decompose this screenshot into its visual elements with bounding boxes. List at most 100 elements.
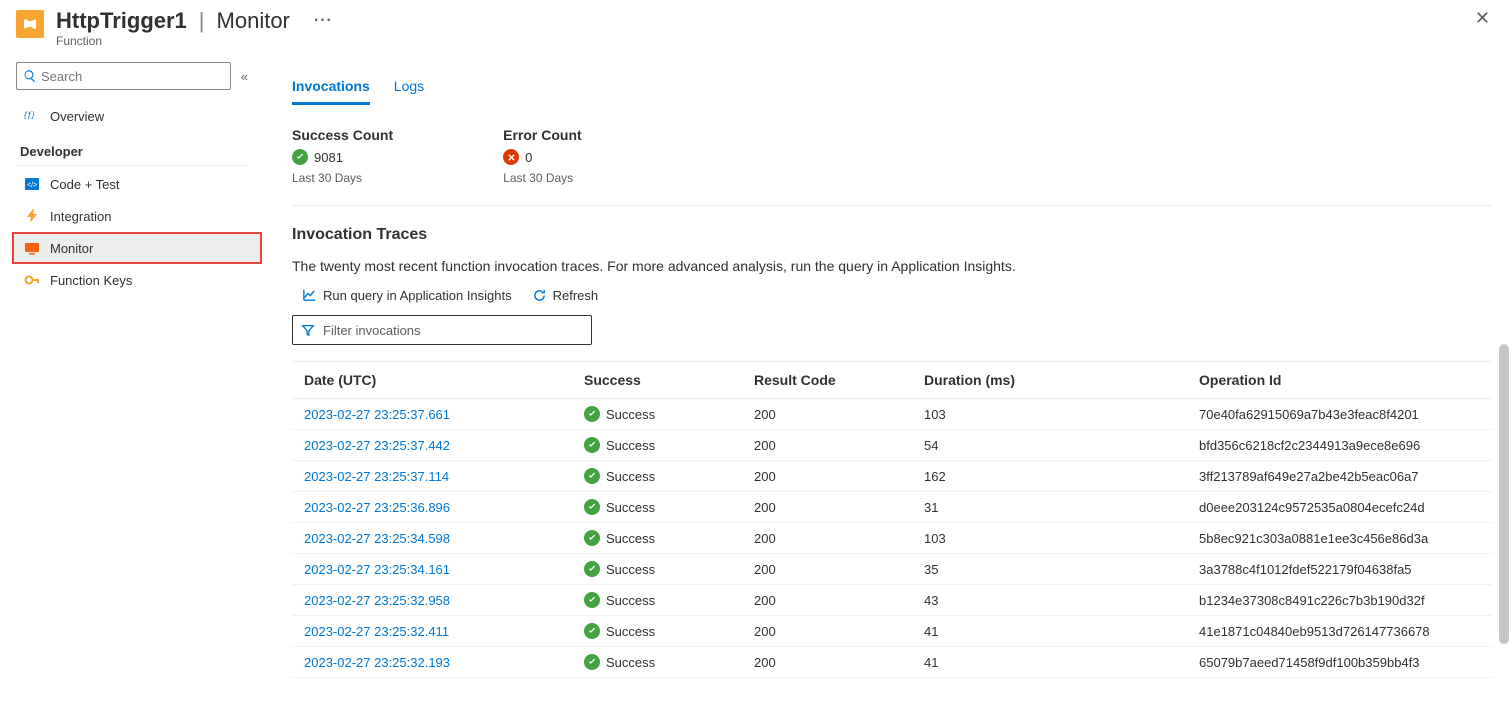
cell-result: 200 xyxy=(742,585,912,616)
cell-success: Success xyxy=(572,430,742,461)
search-icon xyxy=(23,69,37,83)
table-row: 2023-02-27 23:25:34.161Success200353a378… xyxy=(292,554,1492,585)
cell-operation: 41e1871c04840eb9513d726147736678 xyxy=(1187,616,1492,647)
success-count-value: 9081 xyxy=(314,150,343,165)
cell-result: 200 xyxy=(742,523,912,554)
error-count-block: Error Count 0 Last 30 Days xyxy=(503,127,582,185)
sidebar-item-monitor[interactable]: Monitor xyxy=(12,232,262,264)
run-query-button[interactable]: Run query in Application Insights xyxy=(302,288,512,303)
sidebar-label: Overview xyxy=(50,109,104,124)
table-row: 2023-02-27 23:25:37.114Success2001623ff2… xyxy=(292,461,1492,492)
cell-duration: 103 xyxy=(912,399,1187,430)
cell-success: Success xyxy=(572,585,742,616)
cell-duration: 35 xyxy=(912,554,1187,585)
refresh-button[interactable]: Refresh xyxy=(532,288,599,303)
close-button[interactable]: ✕ xyxy=(1469,8,1496,29)
cell-operation: bfd356c6218cf2c2344913a9ece8e696 xyxy=(1187,430,1492,461)
filter-icon xyxy=(301,323,315,337)
cell-duration: 54 xyxy=(912,430,1187,461)
page-subtitle: Function xyxy=(56,34,1469,48)
success-icon xyxy=(584,654,600,670)
th-operation[interactable]: Operation Id xyxy=(1187,362,1492,399)
sidebar: « {ƒ} Overview Developer </> Code + Test… xyxy=(0,54,262,721)
success-badge-icon xyxy=(292,149,308,165)
sidebar-label: Function Keys xyxy=(50,273,132,288)
th-duration[interactable]: Duration (ms) xyxy=(912,362,1187,399)
success-count-label: Success Count xyxy=(292,127,393,143)
cell-duration: 41 xyxy=(912,647,1187,678)
cell-result: 200 xyxy=(742,430,912,461)
cell-date[interactable]: 2023-02-27 23:25:34.161 xyxy=(292,554,572,585)
cell-date[interactable]: 2023-02-27 23:25:37.661 xyxy=(292,399,572,430)
cell-duration: 162 xyxy=(912,461,1187,492)
cell-result: 200 xyxy=(742,616,912,647)
cell-date[interactable]: 2023-02-27 23:25:37.442 xyxy=(292,430,572,461)
error-badge-icon xyxy=(503,149,519,165)
cell-date[interactable]: 2023-02-27 23:25:34.598 xyxy=(292,523,572,554)
sidebar-label: Integration xyxy=(50,209,111,224)
cell-duration: 41 xyxy=(912,616,1187,647)
cell-duration: 43 xyxy=(912,585,1187,616)
success-icon xyxy=(584,406,600,422)
lightning-icon xyxy=(24,208,40,224)
sidebar-label: Monitor xyxy=(50,241,93,256)
cell-result: 200 xyxy=(742,492,912,523)
tab-invocations[interactable]: Invocations xyxy=(292,78,370,105)
cell-operation: 3ff213789af649e27a2be42b5eac06a7 xyxy=(1187,461,1492,492)
key-icon xyxy=(24,272,40,288)
cell-date[interactable]: 2023-02-27 23:25:32.193 xyxy=(292,647,572,678)
table-row: 2023-02-27 23:25:34.598Success2001035b8e… xyxy=(292,523,1492,554)
main-content: Invocations Logs Success Count 9081 Last… xyxy=(262,54,1512,721)
cell-date[interactable]: 2023-02-27 23:25:37.114 xyxy=(292,461,572,492)
cell-success: Success xyxy=(572,616,742,647)
tab-logs[interactable]: Logs xyxy=(394,78,424,105)
th-success[interactable]: Success xyxy=(572,362,742,399)
cell-date[interactable]: 2023-02-27 23:25:32.958 xyxy=(292,585,572,616)
collapse-sidebar-button[interactable]: « xyxy=(241,69,248,84)
filter-invocations-input[interactable]: Filter invocations xyxy=(292,315,592,345)
cell-operation: d0eee203124c9572535a0804ecefc24d xyxy=(1187,492,1492,523)
svg-text:{ƒ}: {ƒ} xyxy=(24,109,35,119)
run-query-label: Run query in Application Insights xyxy=(323,288,512,303)
header-title-wrap: HttpTrigger1 | Monitor ··· Function xyxy=(56,8,1469,48)
sidebar-item-code-test[interactable]: </> Code + Test xyxy=(16,168,262,200)
filter-placeholder: Filter invocations xyxy=(323,323,421,338)
success-icon xyxy=(584,530,600,546)
cell-operation: b1234e37308c8491c226c7b3b190d32f xyxy=(1187,585,1492,616)
cell-date[interactable]: 2023-02-27 23:25:36.896 xyxy=(292,492,572,523)
table-row: 2023-02-27 23:25:32.958Success20043b1234… xyxy=(292,585,1492,616)
sidebar-item-overview[interactable]: {ƒ} Overview xyxy=(16,100,262,132)
sidebar-item-function-keys[interactable]: Function Keys xyxy=(16,264,262,296)
table-row: 2023-02-27 23:25:37.661Success20010370e4… xyxy=(292,399,1492,430)
cell-operation: 3a3788c4f1012fdef522179f04638fa5 xyxy=(1187,554,1492,585)
search-input[interactable] xyxy=(41,69,224,84)
cell-success: Success xyxy=(572,461,742,492)
tabs: Invocations Logs xyxy=(292,78,1492,105)
more-actions-button[interactable]: ··· xyxy=(314,12,333,30)
traces-title: Invocation Traces xyxy=(292,226,1492,244)
cell-success: Success xyxy=(572,399,742,430)
th-date[interactable]: Date (UTC) xyxy=(292,362,572,399)
scrollbar-thumb[interactable] xyxy=(1499,344,1509,644)
cell-operation: 70e40fa62915069a7b43e3feac8f4201 xyxy=(1187,399,1492,430)
error-count-value: 0 xyxy=(525,150,532,165)
counts-row: Success Count 9081 Last 30 Days Error Co… xyxy=(292,127,1492,206)
title-separator: | xyxy=(195,8,209,34)
refresh-label: Refresh xyxy=(553,288,599,303)
table-row: 2023-02-27 23:25:32.411Success2004141e18… xyxy=(292,616,1492,647)
th-result[interactable]: Result Code xyxy=(742,362,912,399)
chart-line-icon xyxy=(302,288,317,303)
cell-duration: 31 xyxy=(912,492,1187,523)
svg-text:</>: </> xyxy=(27,182,37,189)
sidebar-item-integration[interactable]: Integration xyxy=(16,200,262,232)
cell-operation: 5b8ec921c303a0881e1ee3c456e86d3a xyxy=(1187,523,1492,554)
table-row: 2023-02-27 23:25:32.193Success2004165079… xyxy=(292,647,1492,678)
monitor-icon xyxy=(24,240,40,256)
overview-icon: {ƒ} xyxy=(24,108,40,124)
sidebar-section-developer: Developer xyxy=(16,132,248,166)
cell-success: Success xyxy=(572,554,742,585)
cell-date[interactable]: 2023-02-27 23:25:32.411 xyxy=(292,616,572,647)
sidebar-search[interactable] xyxy=(16,62,231,90)
cell-success: Success xyxy=(572,523,742,554)
success-icon xyxy=(584,561,600,577)
